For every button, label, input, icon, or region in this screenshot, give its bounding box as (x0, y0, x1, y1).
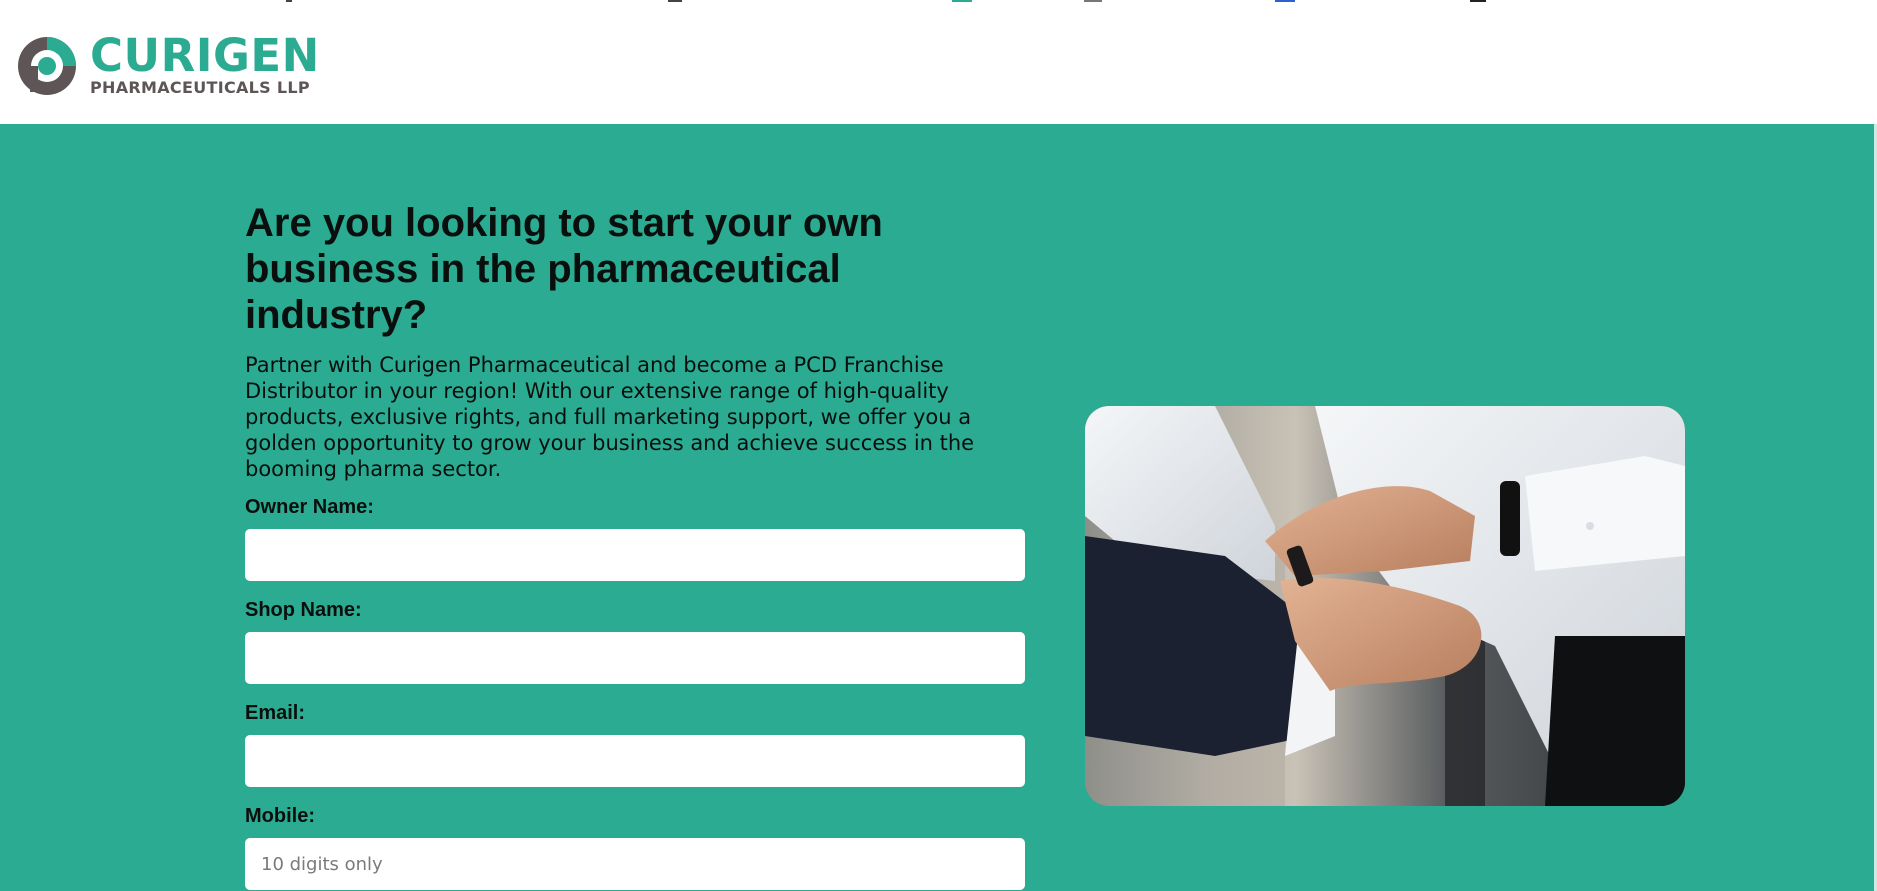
shop-name-input[interactable] (245, 632, 1025, 684)
top-strip-fragment (668, 0, 682, 2)
owner-name-input[interactable] (245, 529, 1025, 581)
email-input[interactable] (245, 735, 1025, 787)
top-strip-fragment (1275, 0, 1295, 2)
teamwork-hands-image (1085, 406, 1685, 806)
top-strip-fragment (1084, 0, 1102, 2)
intro-paragraph: Partner with Curigen Pharmaceutical and … (245, 353, 975, 481)
mobile-label: Mobile: (245, 805, 315, 827)
shop-name-group: Shop Name: (245, 598, 1025, 684)
franchise-hero-section: Are you looking to start your own busine… (0, 124, 1874, 891)
top-strip-fragment (1470, 0, 1486, 2)
top-strip-fragment (286, 0, 292, 2)
brand-name: CURIGEN (90, 29, 320, 82)
top-strip-fragment (952, 0, 972, 2)
brand-logo[interactable]: CURIGEN PHARMACEUTICALS LLP (16, 29, 320, 97)
owner-name-label: Owner Name: (245, 496, 374, 518)
email-label: Email: (245, 702, 306, 724)
logo-mark-icon (18, 36, 76, 95)
mobile-group: Mobile: (245, 804, 1025, 890)
email-group: Email: (245, 701, 1025, 787)
shop-name-label: Shop Name: (245, 599, 362, 621)
franchise-enquiry-form: Owner Name: Shop Name: Email: Mobile: (245, 495, 1025, 890)
teamwork-hands-photo (1085, 406, 1685, 806)
site-header: CURIGEN PHARMACEUTICALS LLP (0, 0, 1877, 124)
franchise-form-column: Are you looking to start your own busine… (245, 200, 1025, 890)
brand-subtitle: PHARMACEUTICALS LLP (90, 78, 310, 97)
mobile-input[interactable] (245, 838, 1025, 890)
owner-name-group: Owner Name: (245, 495, 1025, 581)
page-title: Are you looking to start your own busine… (245, 201, 883, 337)
